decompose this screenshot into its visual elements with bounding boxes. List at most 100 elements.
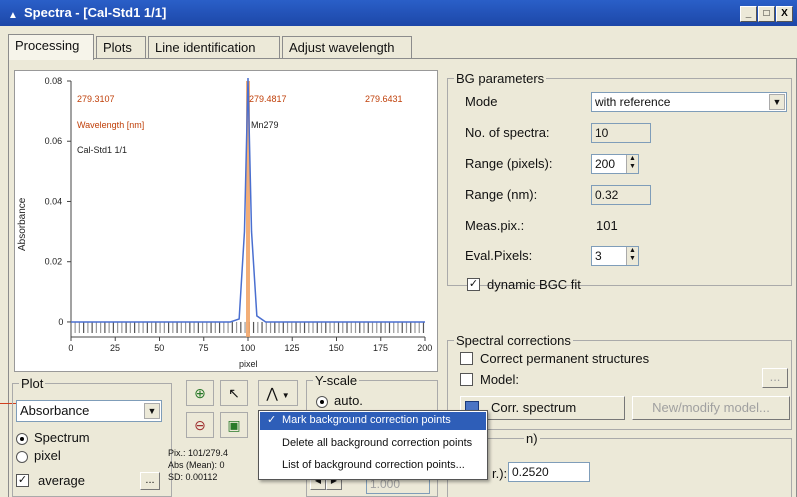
bg-bar (422, 321, 425, 333)
app-icon: ▲ (8, 10, 18, 21)
x-tick-label: 25 (110, 343, 120, 353)
check-icon: ✓ (267, 414, 277, 426)
plot-type-value: Absorbance (20, 403, 90, 418)
bg-bar (117, 321, 119, 333)
y-tick-label: 0.06 (45, 136, 63, 146)
no-of-spectra-field[interactable]: 10 (591, 123, 651, 143)
bg-bar (240, 321, 242, 333)
threshold-field[interactable]: 0.2520 (508, 462, 590, 482)
bg-bar (397, 321, 399, 333)
bg-bar (244, 321, 246, 333)
range-nm-label: Range (nm): (465, 187, 538, 202)
spectrum-plot[interactable]: 0 25 50 75 100 125 150 175 200 0 0.02 0.04 0.06 0.08 … (14, 70, 438, 372)
dynamic-bgc-checkbox[interactable]: ✓ (467, 278, 480, 291)
x-tick-label: 125 (284, 343, 299, 353)
tab-processing[interactable]: Processing (8, 34, 94, 60)
bg-bar (138, 321, 140, 333)
new-modify-model-button[interactable]: New/modify model... (632, 396, 790, 420)
y-scale-legend: Y-scale (313, 373, 360, 388)
menu-item-delete-points[interactable]: Delete all background correction points (260, 435, 486, 453)
bg-bar (376, 321, 378, 333)
sd-info: SD: 0.00112 (168, 472, 218, 482)
meas-pix-value: 101 (596, 218, 618, 233)
eval-pixels-value: 3 (595, 249, 602, 263)
bg-bar (384, 321, 386, 333)
eval-pixels-stepper[interactable]: 3 ▲ ▼ (591, 246, 639, 266)
spin-arrows-icon[interactable]: ▲ ▼ (626, 155, 638, 173)
range-nm-field[interactable]: 0.32 (591, 185, 651, 205)
bg-bar (286, 321, 289, 333)
bg-bar (393, 321, 395, 333)
bg-bar (172, 321, 174, 333)
bg-bar (320, 321, 323, 333)
y-axis-title: Absorbance (17, 197, 28, 251)
dynamic-bgc-label: dynamic BGC fit (487, 277, 581, 292)
zoom-in-icon[interactable]: ⊕ (186, 380, 214, 406)
plot-type-select[interactable]: Absorbance ▼ (16, 400, 162, 422)
export-icon[interactable]: ▣ (220, 412, 248, 438)
bg-correction-tool-button[interactable]: ⋀ ▼ (258, 380, 298, 406)
bg-bar (333, 321, 335, 333)
bg-bar (380, 321, 382, 333)
pointer-icon[interactable]: ↖ (220, 380, 248, 406)
chevron-down-icon[interactable]: ▼ (144, 403, 160, 419)
minimize-button[interactable]: _ (740, 6, 757, 22)
bg-bar (410, 321, 412, 333)
bg-parameters-legend: BG parameters (454, 71, 547, 86)
spectrum-radio[interactable] (16, 433, 28, 445)
bg-bar (405, 321, 408, 333)
bg-bar (401, 321, 403, 333)
chevron-down-icon[interactable]: ▼ (769, 94, 785, 110)
model-browse-button[interactable]: ... (762, 368, 788, 388)
y-scale-auto-radio[interactable] (316, 396, 328, 408)
bg-bar (257, 321, 259, 333)
menu-item-mark-points[interactable]: ✓ Mark background correction points (260, 412, 486, 430)
zoom-out-icon[interactable]: ⊖ (186, 412, 214, 438)
mode-select[interactable]: with reference ▼ (591, 92, 787, 112)
threshold-label: r.): (492, 466, 508, 481)
tab-plots[interactable]: Plots (96, 36, 146, 58)
tab-line-identification[interactable]: Line identification (148, 36, 280, 58)
bg-bar (303, 321, 306, 333)
bg-bar (295, 321, 297, 333)
y-tick-label: 0 (58, 317, 63, 327)
y-tick-label: 0.04 (45, 196, 63, 206)
bg-bar (299, 321, 301, 333)
element-label: Mn279 (251, 120, 279, 130)
average-checkbox[interactable]: ✓ (16, 474, 29, 487)
tab-adjust-wavelength[interactable]: Adjust wavelength (282, 36, 412, 58)
permanent-structures-checkbox[interactable] (460, 352, 473, 365)
bg-bar (261, 321, 263, 333)
title-bar[interactable]: ▲ Spectra - [Cal-Std1 1/1] _ □ X (0, 0, 797, 26)
maximize-button[interactable]: □ (758, 6, 775, 22)
bg-bar (197, 321, 199, 333)
pixel-radio[interactable] (16, 451, 28, 463)
average-options-button[interactable]: ... (140, 472, 160, 490)
bg-bar (184, 321, 187, 333)
bg-bar (78, 321, 80, 333)
bg-bar (354, 321, 357, 333)
bg-bar (129, 321, 131, 333)
spectrum-chart: 0 25 50 75 100 125 150 175 20000.020.040.060.08 … (17, 76, 432, 369)
bg-bar (418, 321, 420, 333)
threshold-legend: n) (524, 431, 540, 446)
permanent-structures-label: Correct permanent structures (480, 351, 650, 366)
menu-item-list-points[interactable]: List of background correction points... (260, 457, 486, 475)
bg-bar (121, 321, 123, 333)
bg-bar (176, 321, 178, 333)
bg-bar (223, 321, 225, 333)
wavelength-center: 279.4817 (249, 94, 287, 104)
close-button[interactable]: X (776, 6, 793, 22)
bg-bar (274, 321, 276, 333)
bg-bar (414, 321, 416, 333)
wavelength-right: 279.6431 (365, 94, 403, 104)
spin-arrows-icon[interactable]: ▲ ▼ (626, 247, 638, 265)
bg-bar (342, 321, 344, 333)
bg-bar (112, 321, 114, 333)
model-checkbox[interactable] (460, 373, 473, 386)
bg-bar (282, 321, 284, 333)
bg-bar (325, 321, 327, 333)
range-pixels-stepper[interactable]: 200 ▲ ▼ (591, 154, 639, 174)
bg-bar (95, 321, 97, 333)
bg-bar (388, 321, 391, 333)
